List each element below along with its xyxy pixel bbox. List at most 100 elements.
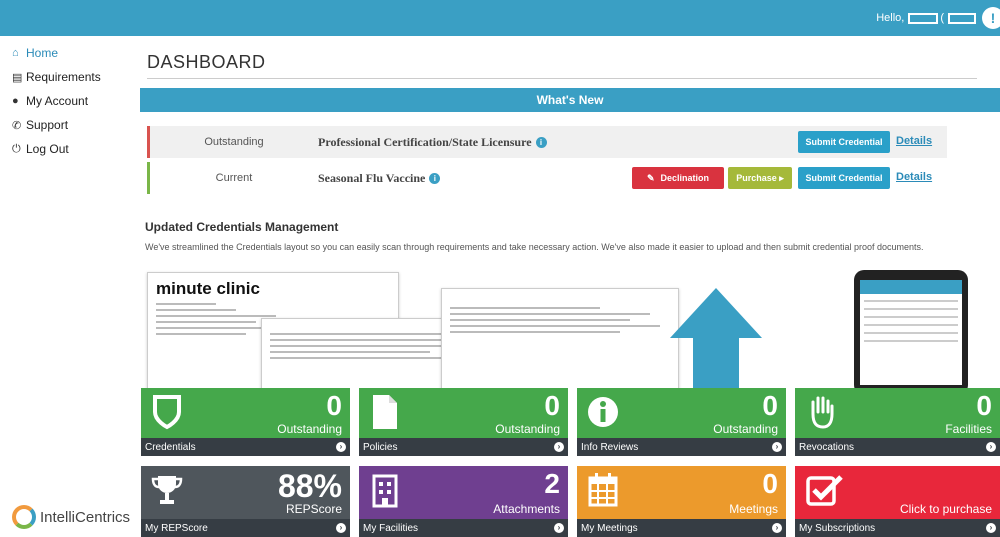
tile-label: Info Reviews (581, 441, 639, 453)
main-content: DASHBOARD What's New Outstanding Profess… (135, 36, 1000, 537)
logo-text: IntelliCentrics (40, 508, 131, 526)
chevron-right-icon: › (554, 523, 564, 533)
top-bar: Hello, ( ! (0, 0, 1000, 36)
credential-name: Seasonal Flu Vaccine (318, 170, 426, 185)
logo-ring-icon (12, 505, 36, 529)
phone-preview (854, 270, 968, 393)
sidebar-item-my-account[interactable]: ● My Account (12, 94, 88, 108)
summary-preview (441, 288, 679, 393)
chevron-right-icon: › (772, 442, 782, 452)
info-circle-icon (588, 397, 618, 427)
sidebar-item-requirements[interactable]: ▤ Requirements (12, 70, 101, 84)
tile-value: 0 (544, 390, 560, 421)
submit-credential-button[interactable]: Submit Credential (798, 131, 890, 153)
checkbox-icon (806, 475, 843, 506)
document-icon (373, 395, 397, 429)
info-reviews-tile[interactable]: 0 Outstanding Info Reviews › (577, 388, 786, 456)
user-greeting[interactable]: Hello, ( ! (876, 0, 1000, 36)
sidebar-item-label: Support (26, 118, 69, 132)
policies-tile[interactable]: 0 Outstanding Policies › (359, 388, 568, 456)
details-link[interactable]: Details (896, 135, 932, 147)
list-icon: ▤ (12, 71, 23, 84)
phone-icon: ✆ (12, 119, 22, 132)
tile-value: 88% (277, 468, 342, 504)
tile-value: 0 (976, 390, 992, 421)
chevron-right-icon: › (336, 523, 346, 533)
tile-label: Policies (363, 441, 398, 453)
chevron-right-icon: › (986, 523, 996, 533)
tile-label: My REPScore (145, 522, 208, 534)
tile-label: My Facilities (363, 522, 419, 534)
greeting-text: Hello, (876, 12, 905, 24)
tile-subtitle: Outstanding (713, 422, 778, 436)
chevron-right-icon: › (554, 442, 564, 452)
alert-icon[interactable]: ! (982, 7, 1000, 29)
home-icon: ⌂ (12, 47, 19, 59)
declination-button[interactable]: ✎ Declination (632, 167, 724, 189)
tile-value: 0 (762, 468, 778, 499)
credential-name: Professional Certification/State Licensu… (318, 134, 532, 149)
tile-subtitle: Outstanding (495, 422, 560, 436)
revocations-tile[interactable]: 0 Facilities Revocations › (795, 388, 1000, 456)
tile-value: 2 (544, 468, 560, 499)
tile-subtitle: REPScore (285, 502, 342, 516)
declination-label: Declination (660, 173, 710, 183)
credential-row: Current Seasonal Flu Vaccine i ✎ Declina… (147, 162, 947, 194)
info-icon[interactable]: i (429, 172, 441, 184)
details-link[interactable]: Details (896, 171, 932, 183)
preview-brand: minute clinic (156, 279, 260, 298)
whats-new-banner: What's New (140, 88, 1000, 112)
sidebar-item-label: Requirements (26, 70, 101, 84)
updated-credentials-text: We've streamlined the Credentials layout… (145, 242, 924, 252)
redacted-name (908, 12, 939, 24)
tile-subtitle: Meetings (729, 502, 778, 516)
intellicentrics-logo: IntelliCentrics (12, 505, 130, 529)
tile-label: Credentials (145, 441, 196, 453)
user-icon: ● (12, 95, 19, 107)
tile-label: Revocations (799, 441, 855, 453)
feature-preview-image: minute clinic (135, 268, 1000, 393)
credential-status: Current (215, 172, 253, 184)
my-subscriptions-tile[interactable]: Click to purchase My Subscriptions › (795, 466, 1000, 537)
paren-open: ( (940, 12, 944, 24)
repscore-tile[interactable]: 88% REPScore My REPScore › (141, 466, 350, 537)
redacted-role (948, 12, 976, 24)
credentials-tile[interactable]: 0 Outstanding Credentials › (141, 388, 350, 456)
title-divider (147, 78, 977, 79)
page-title: DASHBOARD (147, 52, 266, 72)
chevron-right-icon: › (336, 442, 346, 452)
submit-credential-button[interactable]: Submit Credential (798, 167, 890, 189)
trophy-icon (151, 476, 183, 504)
sidebar-item-label: Log Out (26, 142, 69, 156)
upload-arrow-stem (693, 336, 739, 393)
shield-icon (153, 395, 181, 430)
calendar-icon (588, 473, 618, 507)
pencil-icon: ✎ (646, 172, 655, 183)
credential-status: Outstanding (204, 136, 264, 148)
upload-arrow-icon (670, 288, 762, 338)
tile-value: 0 (762, 390, 778, 421)
my-facilities-tile[interactable]: 2 Attachments My Facilities › (359, 466, 568, 537)
sidebar-item-support[interactable]: ✆ Support (12, 118, 68, 132)
tile-value: 0 (326, 390, 342, 421)
purchase-button[interactable]: Purchase ▸ (728, 167, 792, 189)
tile-subtitle: Facilities (945, 422, 992, 436)
hand-icon (811, 396, 834, 429)
chevron-right-icon: › (772, 523, 782, 533)
info-icon[interactable]: i (535, 136, 547, 148)
tile-subtitle: Attachments (493, 502, 560, 516)
updated-credentials-heading: Updated Credentials Management (145, 220, 339, 234)
tile-subtitle: Outstanding (277, 422, 342, 436)
tile-subtitle: Click to purchase (899, 502, 992, 516)
sidebar-item-label: My Account (26, 94, 89, 108)
my-meetings-tile[interactable]: 0 Meetings My Meetings › (577, 466, 786, 537)
power-icon: ⏻ (12, 142, 21, 155)
chevron-right-icon: › (986, 442, 996, 452)
sidebar-item-label: Home (26, 46, 59, 60)
sidebar-item-log-out[interactable]: ⏻ Log Out (12, 142, 69, 156)
sidebar-item-home[interactable]: ⌂ Home (12, 46, 58, 60)
credential-row: Outstanding Professional Certification/S… (147, 126, 947, 158)
tile-label: My Subscriptions (799, 522, 876, 534)
sidebar: ⌂ Home ▤ Requirements ● My Account ✆ Sup… (0, 36, 135, 537)
tile-label: My Meetings (581, 522, 638, 534)
